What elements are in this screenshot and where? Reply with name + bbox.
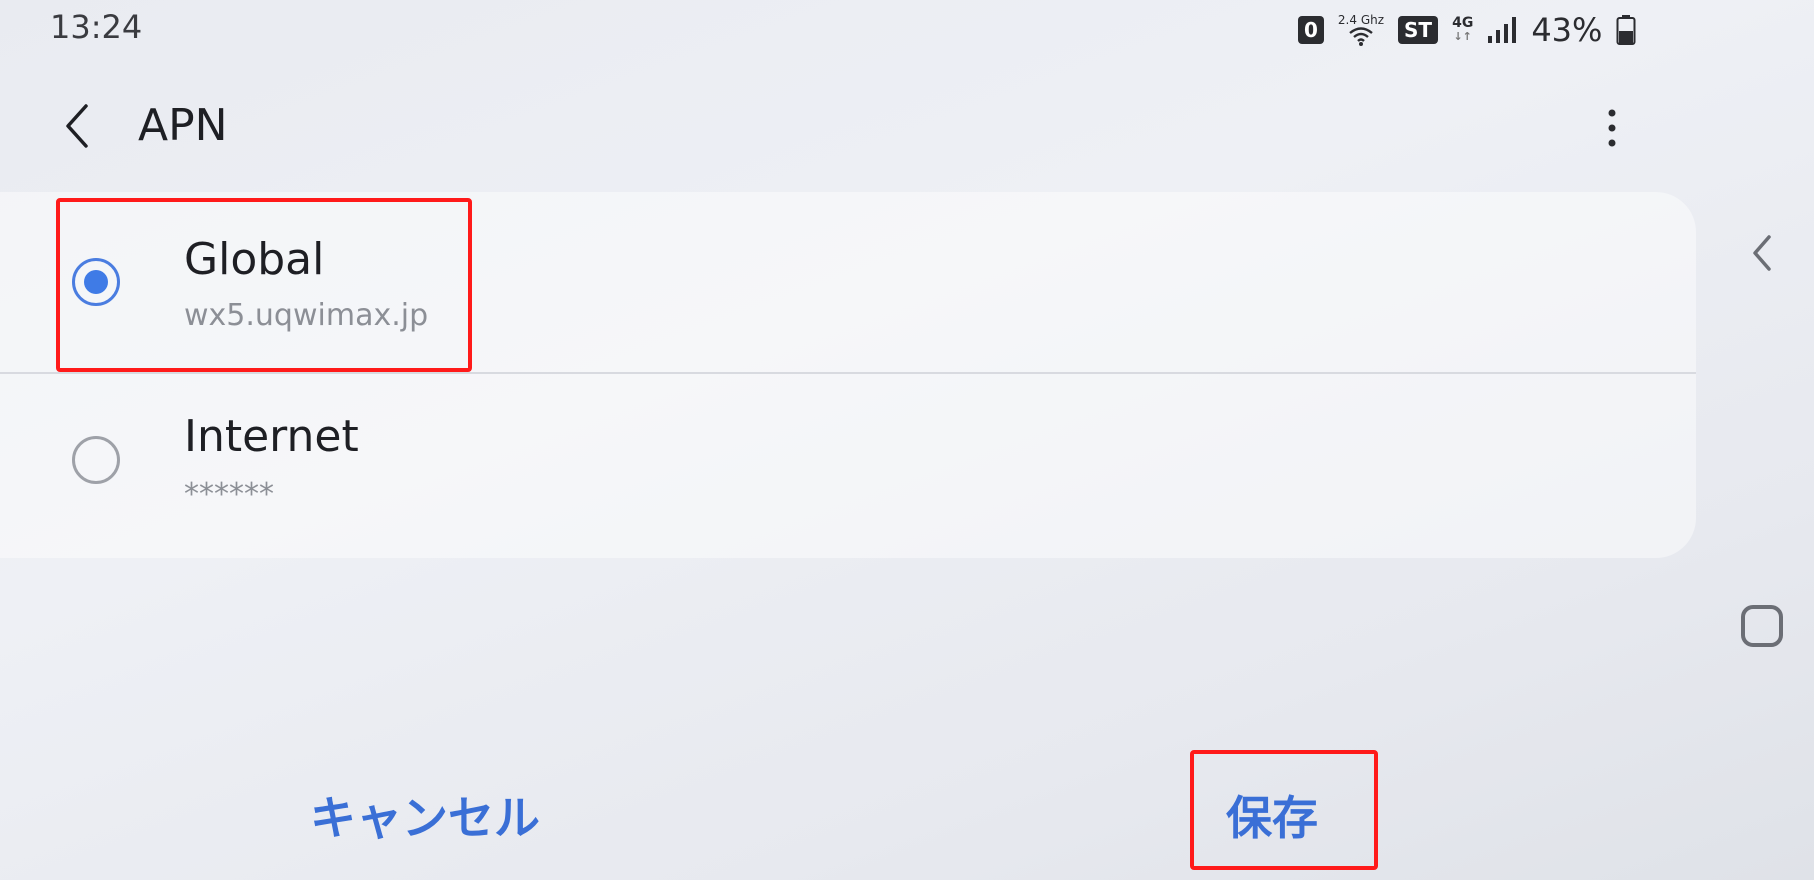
wifi-band-label: 2.4 Ghz — [1337, 13, 1385, 27]
battery-percent: 43% — [1531, 11, 1603, 49]
chevron-left-icon — [66, 104, 88, 148]
battery-icon — [1616, 15, 1636, 45]
list-divider — [0, 372, 1696, 374]
notification-count-badge: 0 — [1298, 16, 1324, 44]
signal-strength-icon — [1487, 16, 1517, 44]
nav-back-button[interactable] — [1744, 228, 1780, 278]
highlight-box-global — [56, 198, 472, 372]
highlight-box-save — [1190, 750, 1378, 870]
network-activity-icon: ↓↑ — [1453, 30, 1472, 43]
st-badge: ST — [1398, 16, 1439, 44]
nav-back-icon — [1753, 235, 1771, 271]
status-time: 13:24 — [50, 8, 143, 46]
more-options-button[interactable] — [1590, 100, 1634, 156]
page-title: APN — [138, 100, 228, 151]
status-bar: 13:24 0 2.4 Ghz ST 4G ↓↑ 43% — [0, 0, 1814, 58]
apn-value: ****** — [184, 477, 274, 512]
network-type-label: 4G — [1452, 15, 1474, 31]
network-type-icon: 4G ↓↑ — [1452, 16, 1473, 44]
wifi-icon: 2.4 Ghz — [1338, 14, 1384, 46]
wifi-signal-icon — [1349, 27, 1373, 46]
apn-name: Internet — [184, 411, 359, 462]
app-header: APN — [0, 80, 1740, 170]
apn-item-internet[interactable]: Internet ****** — [0, 375, 1696, 555]
bottom-action-bar: キャンセル 保存 — [0, 760, 1740, 870]
status-icons: 0 2.4 Ghz ST 4G ↓↑ 43% — [1298, 10, 1636, 50]
more-vertical-icon — [1608, 109, 1616, 147]
nav-home-icon[interactable] — [1741, 605, 1783, 647]
radio-button-unselected[interactable] — [72, 436, 120, 484]
back-button[interactable] — [52, 96, 102, 156]
cancel-button[interactable]: キャンセル — [310, 782, 540, 848]
